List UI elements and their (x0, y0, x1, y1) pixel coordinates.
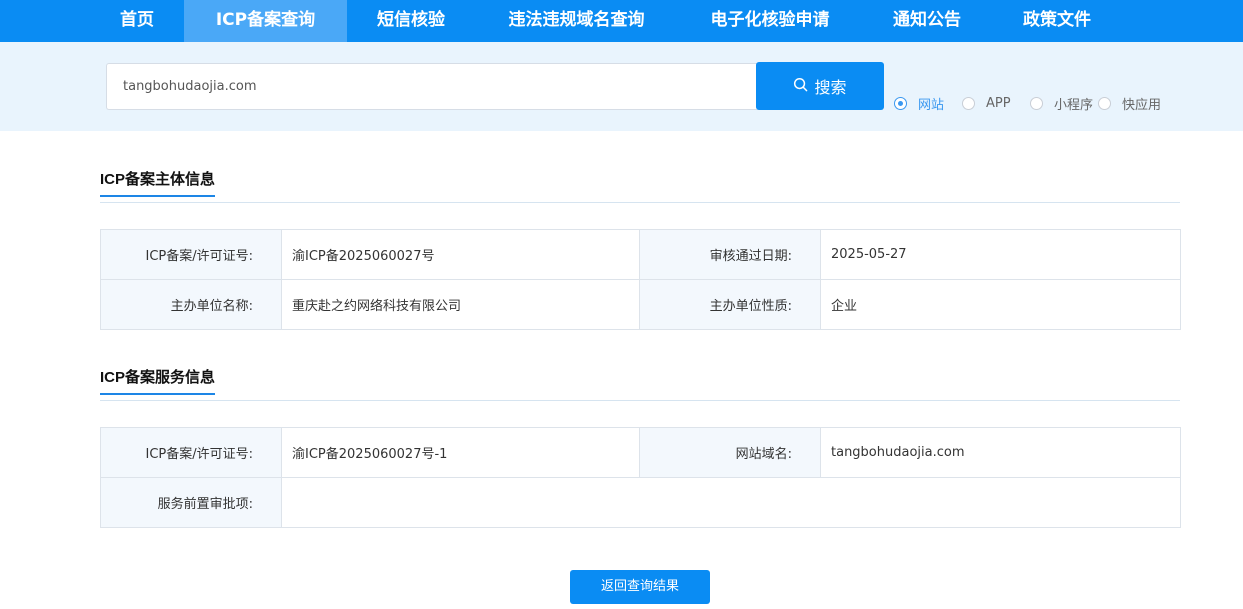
field-label: ICP备案/许可证号: (100, 427, 282, 478)
radio-app[interactable]: APP (962, 94, 1011, 112)
section-title-subject: ICP备案主体信息 (100, 168, 216, 197)
search-icon (793, 77, 808, 96)
service-info-table: ICP备案/许可证号: 渝ICP备2025060027号-1 网站域名: tan… (100, 427, 1181, 528)
radio-website[interactable]: 网站 (894, 94, 945, 113)
nav-item-illegal-domain-query[interactable]: 违法违规域名查询 (475, 0, 678, 42)
subject-info-table: ICP备案/许可证号: 渝ICP备2025060027号 审核通过日期: 202… (100, 229, 1181, 330)
radio-quick-app[interactable]: 快应用 (1098, 94, 1162, 113)
nav-item-electronic-verify[interactable]: 电子化核验申请 (678, 0, 862, 42)
field-label: 服务前置审批项: (100, 477, 282, 528)
radio-label: APP (986, 95, 1011, 111)
top-nav: 首页 ICP备案查询 短信核验 违法违规域名查询 电子化核验申请 通知公告 政策… (0, 0, 1243, 42)
radio-dot (894, 96, 907, 110)
field-label: 主办单位名称: (100, 279, 282, 330)
radio-label: 网站 (918, 97, 945, 113)
approval-date: 2025-05-27 (820, 229, 1181, 280)
back-to-results-button[interactable]: 返回查询结果 (570, 570, 710, 604)
nav-item-policies[interactable]: 政策文件 (992, 0, 1122, 42)
table-row: 主办单位名称: 重庆赴之约网络科技有限公司 主办单位性质: 企业 (100, 279, 1181, 330)
field-label: ICP备案/许可证号: (100, 229, 282, 280)
section-divider (100, 202, 1180, 203)
radio-dot (1098, 96, 1111, 110)
website-domain: tangbohudaojia.com (820, 427, 1181, 478)
table-row: ICP备案/许可证号: 渝ICP备2025060027号 审核通过日期: 202… (100, 229, 1181, 280)
search-input[interactable] (106, 63, 757, 110)
radio-label: 快应用 (1122, 97, 1162, 113)
nav-item-notices[interactable]: 通知公告 (862, 0, 992, 42)
table-row: 服务前置审批项: (100, 477, 1181, 528)
search-button-label: 搜索 (814, 78, 847, 97)
section-divider (100, 400, 1180, 401)
radio-dot (1030, 96, 1043, 110)
field-label: 主办单位性质: (639, 279, 821, 330)
section-title-service: ICP备案服务信息 (100, 366, 216, 395)
field-label: 审核通过日期: (639, 229, 821, 280)
field-label: 网站域名: (639, 427, 821, 478)
table-row: ICP备案/许可证号: 渝ICP备2025060027号-1 网站域名: tan… (100, 427, 1181, 478)
service-license-number: 渝ICP备2025060027号-1 (281, 427, 640, 478)
nav-item-icp-query[interactable]: ICP备案查询 (184, 0, 347, 42)
radio-dot (962, 96, 975, 110)
organizer-type: 企业 (820, 279, 1181, 330)
nav-item-home[interactable]: 首页 (90, 0, 184, 42)
search-button[interactable]: 搜索 (756, 62, 884, 110)
organizer-name: 重庆赴之约网络科技有限公司 (281, 279, 640, 330)
pre-approval-items (281, 477, 1181, 528)
search-band: 搜索 网站 APP 小程序 快应用 (0, 42, 1243, 131)
radio-label: 小程序 (1054, 97, 1094, 113)
license-number: 渝ICP备2025060027号 (281, 229, 640, 280)
nav-item-sms-verify[interactable]: 短信核验 (347, 0, 475, 42)
radio-mini-program[interactable]: 小程序 (1030, 94, 1094, 113)
